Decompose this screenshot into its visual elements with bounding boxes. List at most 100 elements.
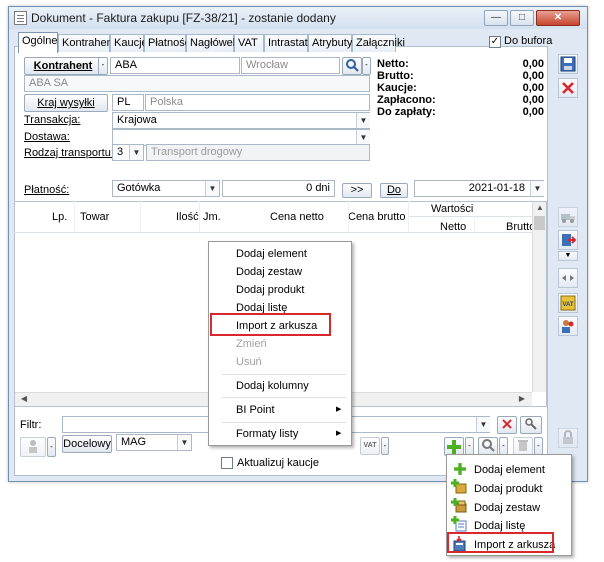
menu-item-dodaj-produkt[interactable]: Dodaj produkt: [236, 284, 305, 296]
person-button[interactable]: [20, 437, 46, 457]
tab-naglowek[interactable]: Nagłówek: [186, 34, 238, 52]
column-header-towar[interactable]: Towar: [80, 211, 109, 223]
contractor-code-field[interactable]: ABA: [110, 57, 240, 74]
add-set-icon: [451, 498, 467, 513]
chevron-down-icon[interactable]: ▼: [476, 417, 490, 432]
kontrahent-button[interactable]: Kontrahent: [24, 57, 102, 75]
person-dropdown[interactable]: -: [47, 437, 56, 457]
column-header-jm[interactable]: Jm.: [203, 211, 221, 223]
tab-atrybuty[interactable]: Atrybuty: [308, 34, 352, 52]
tab-zalaczniki[interactable]: Załączniki: [352, 34, 405, 52]
contractor-name-field[interactable]: ABA SA: [24, 75, 370, 92]
plus-icon: [447, 440, 461, 454]
payment-days-field[interactable]: 0 dni: [222, 180, 335, 197]
title-bar[interactable]: Dokument - Faktura zakupu [FZ-38/21] - z…: [9, 7, 587, 29]
vat-calc-button[interactable]: VAT: [558, 293, 578, 313]
filter-options-button[interactable]: [520, 416, 542, 434]
transakcja-label: Transakcja:: [24, 114, 81, 126]
clear-filter-icon: [502, 419, 512, 429]
calculate-date-button[interactable]: >>: [342, 183, 372, 198]
rodzaj-transportu-label: Rodzaj transportu:: [24, 147, 114, 159]
minimize-button[interactable]: —: [484, 10, 508, 26]
export-button[interactable]: [558, 230, 578, 250]
tab-ogolne[interactable]: Ogólne: [18, 32, 58, 53]
menu-item-dodaj-kolumny[interactable]: Dodaj kolumny: [236, 380, 309, 392]
menu-item-bi-point[interactable]: BI Point: [236, 404, 275, 416]
docelowy-button[interactable]: Docelowy: [62, 435, 112, 453]
vat-button[interactable]: VAT: [360, 437, 380, 455]
platnosc-label: Płatność:: [24, 184, 70, 196]
summary-brutto-value: 0,00: [522, 70, 544, 82]
close-button[interactable]: ✕: [536, 10, 580, 26]
payment-method-select[interactable]: Gotówka: [112, 180, 220, 197]
aktualizuj-kaucje-checkbox[interactable]: [221, 457, 233, 469]
chevron-down-icon[interactable]: ▼: [129, 145, 143, 160]
maximize-button[interactable]: □: [510, 10, 534, 26]
scroll-left-icon[interactable]: ◀: [17, 394, 31, 403]
summary-netto-value: 0,00: [522, 58, 544, 70]
contractor-city-field[interactable]: Wrocław: [241, 57, 340, 74]
summary-do-zaplaty-value: 0,00: [522, 106, 544, 118]
chevron-down-icon[interactable]: ▼: [205, 181, 219, 196]
menu-item-formaty-listy[interactable]: Formaty listy: [236, 428, 298, 440]
menu-item-usun[interactable]: Usuń: [236, 356, 262, 368]
scroll-thumb[interactable]: [534, 216, 545, 230]
chevron-down-icon[interactable]: ▼: [356, 113, 370, 128]
tab-kontrahent[interactable]: Kontrahent: [58, 34, 116, 52]
users-button[interactable]: [558, 316, 578, 336]
add-menu-dodaj-liste[interactable]: Dodaj listę: [474, 520, 525, 532]
kontrahent-dropdown[interactable]: -: [98, 57, 108, 75]
country-name-field[interactable]: Polska: [145, 94, 370, 111]
col-sep: [74, 201, 75, 232]
magnifier-icon: [482, 439, 495, 452]
tab-intrastat[interactable]: Intrastat: [264, 34, 308, 52]
column-header-lp[interactable]: Lp.: [52, 211, 67, 223]
column-header-cena-netto[interactable]: Cena netto: [270, 211, 324, 223]
search-dropdown[interactable]: -: [362, 57, 371, 75]
submenu-arrow-icon: ▶: [336, 430, 342, 437]
do-button[interactable]: Do: [380, 183, 408, 198]
tab-kaucje[interactable]: Kaucje: [110, 34, 148, 52]
col-sep: [348, 201, 349, 232]
scroll-right-icon[interactable]: ▶: [515, 394, 529, 403]
lock-button[interactable]: [558, 428, 578, 448]
filter-label: Filtr:: [20, 419, 42, 431]
scroll-up-icon[interactable]: ▲: [533, 203, 547, 212]
chevron-down-icon[interactable]: ▼: [356, 130, 370, 145]
menu-item-dodaj-zestaw[interactable]: Dodaj zestaw: [236, 266, 302, 278]
chevron-down-icon[interactable]: ▼: [530, 181, 544, 196]
highlight-import-z-arkusza: [210, 313, 331, 336]
menu-item-dodaj-element[interactable]: Dodaj element: [236, 248, 307, 260]
column-header-ilosc[interactable]: Ilość: [176, 211, 199, 223]
save-icon: [560, 56, 576, 72]
add-menu-dodaj-produkt[interactable]: Dodaj produkt: [474, 483, 543, 495]
truck-button[interactable]: [558, 207, 578, 227]
vat-dropdown[interactable]: -: [381, 437, 389, 455]
merge-button[interactable]: [558, 268, 578, 288]
export-dropdown[interactable]: ▼: [558, 251, 578, 261]
add-menu-dodaj-element[interactable]: Dodaj element: [474, 464, 545, 476]
transakcja-select[interactable]: Krajowa: [112, 112, 370, 129]
grid-vertical-scrollbar[interactable]: ▲: [532, 202, 546, 392]
chevron-down-icon[interactable]: ▼: [177, 435, 191, 450]
cancel-button[interactable]: [558, 78, 578, 98]
lock-icon: [563, 430, 573, 444]
country-code-field[interactable]: PL: [112, 94, 144, 111]
search-contractor-button[interactable]: [342, 57, 362, 75]
column-header-cena-brutto[interactable]: Cena brutto: [348, 211, 405, 223]
clear-filter-button[interactable]: [497, 416, 517, 434]
tab-platnosci[interactable]: Płatności: [144, 34, 193, 52]
menu-separator: [222, 397, 346, 398]
trash-icon: [518, 440, 528, 451]
payment-date-field[interactable]: 2021-01-18: [414, 180, 544, 197]
add-product-icon: [451, 479, 467, 494]
add-menu-dodaj-zestaw[interactable]: Dodaj zestaw: [474, 502, 540, 514]
kraj-wysylki-button[interactable]: Kraj wysyłki: [24, 94, 108, 112]
do-bufora-checkbox[interactable]: ✓: [489, 36, 501, 48]
vat-calculator-icon: VAT: [560, 295, 576, 311]
save-button[interactable]: [558, 54, 578, 74]
tab-vat[interactable]: VAT: [234, 34, 264, 52]
menu-item-zmien[interactable]: Zmień: [236, 338, 267, 350]
col-sep: [140, 201, 141, 232]
plus-icon: [454, 463, 466, 475]
